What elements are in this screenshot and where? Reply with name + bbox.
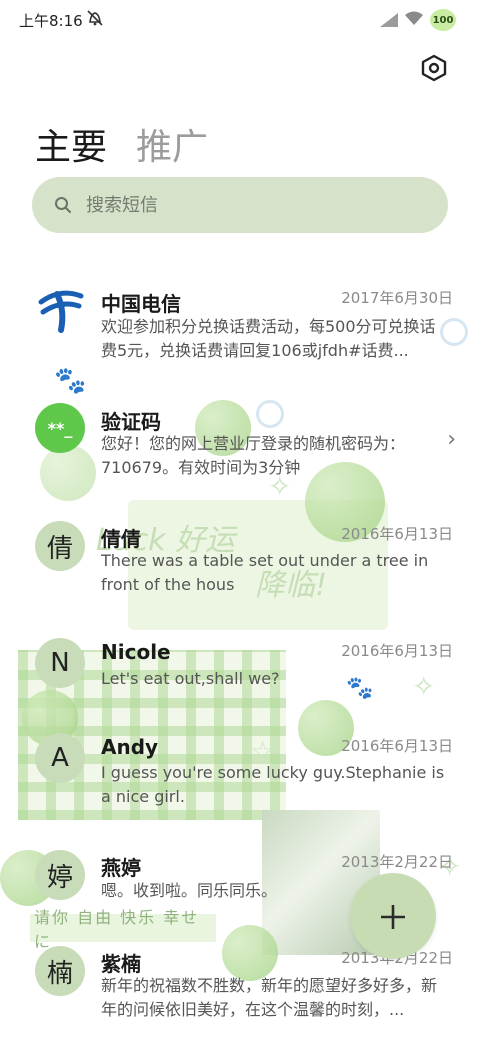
conversation-date: 2016年6月13日 <box>341 642 453 660</box>
battery-badge: 100 <box>430 9 456 31</box>
search-input[interactable] <box>84 193 388 217</box>
wifi-icon <box>404 10 424 30</box>
avatar: A <box>35 733 85 783</box>
conversation-name: 燕婷 <box>101 856 141 880</box>
conversation-date: 2016年6月13日 <box>341 737 453 755</box>
conversation-name: 中国电信 <box>101 292 181 316</box>
avatar: 婷 <box>35 850 85 900</box>
china-telecom-logo-icon <box>35 284 85 334</box>
conversation-row[interactable]: A Andy 2016年6月13日 I guess you're some lu… <box>0 730 480 810</box>
avatar: 楠 <box>35 946 85 996</box>
decor-banner: 请你 自由 快乐 幸せに <box>30 908 216 951</box>
avatar: 倩 <box>35 521 85 571</box>
conversation-preview: 欢迎参加积分兑换话费活动，每500分可兑换话费5元，兑换话费请回复106或jfd… <box>101 317 436 360</box>
new-message-button[interactable] <box>350 873 436 959</box>
verification-code-avatar: **_ <box>35 403 85 453</box>
conversation-row-verification-code[interactable]: **_ 验证码 您好！您的网上营业厅登录的随机密码为：710679。有效时间为3… <box>0 402 480 482</box>
alarm-off-icon <box>86 10 104 30</box>
status-time: 上午8:16 <box>19 12 83 30</box>
conversation-date: 2017年6月30日 <box>341 289 453 307</box>
conversation-name: Andy <box>101 735 159 759</box>
search-bar[interactable] <box>32 177 448 233</box>
conversation-row[interactable]: N Nicole 2016年6月13日 Let's eat out,shall … <box>0 635 480 695</box>
conversation-preview: There was a table set out under a tree i… <box>101 551 429 594</box>
search-icon <box>54 196 72 214</box>
conversation-preview: 新年的祝福数不胜数，新年的愿望好多好多，新年的问候依旧美好，在这个温馨的时刻，.… <box>101 976 438 1019</box>
paw-icon: 🐾 <box>54 366 87 396</box>
cellular-signal-icon <box>380 12 398 27</box>
conversation-name: 紫楠 <box>101 952 141 976</box>
conversation-name: 验证码 <box>101 410 161 434</box>
settings-hexagon-icon <box>421 54 447 86</box>
conversation-preview: 您好！您的网上营业厅登录的随机密码为：710679。有效时间为3分钟 <box>101 434 406 477</box>
chevron-right-icon[interactable]: › <box>447 427 456 452</box>
conversation-row[interactable]: 倩 倩倩 2016年6月13日 There was a table set ou… <box>0 518 480 598</box>
conversation-name: 倩倩 <box>101 527 141 551</box>
tab-promotions[interactable]: 推广 <box>136 118 208 170</box>
conversation-date: 2016年6月13日 <box>341 525 453 543</box>
settings-button[interactable] <box>418 54 450 86</box>
conversation-date: 2013年2月22日 <box>341 853 453 871</box>
tab-main[interactable]: 主要 <box>35 118 107 170</box>
conversation-row-china-telecom[interactable]: 中国电信 2017年6月30日 欢迎参加积分兑换话费活动，每500分可兑换话费5… <box>0 280 480 370</box>
conversation-preview: Let's eat out,shall we? <box>101 669 280 688</box>
conversation-preview: I guess you're some lucky guy.Stephanie … <box>101 763 445 806</box>
plus-icon <box>379 891 407 942</box>
avatar: N <box>35 638 85 688</box>
conversation-name: Nicole <box>101 640 171 664</box>
